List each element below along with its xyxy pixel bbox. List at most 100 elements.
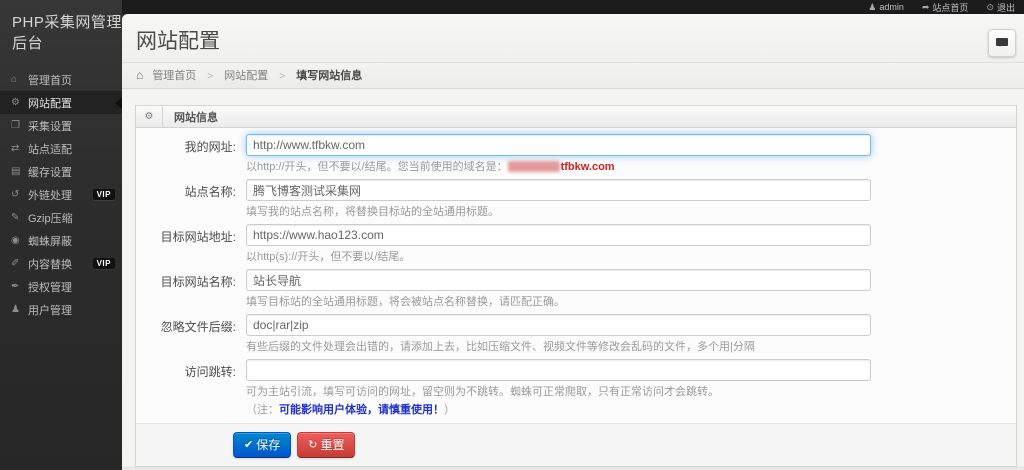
form-row-target-name: 目标网站名称: 填写目标站的全站通用标题，将会被站点名称替换，请匹配正确。 [136,269,1016,309]
sidebar: PHP采集网管理后台 ⌂ 管理首页 ⚙ 网站配置 ❐ 采集设置 ⇄ 站点适配 ▤ 缓存设置 ↺ 外链处… [0,0,122,470]
content-area: 网站配置 ⌂ 管理首页 > 网站配置 > 填写网站信息 ⚙ 网站信息 我的网址:… [122,14,1024,470]
site-info-panel: ⚙ 网站信息 我的网址: 以http://开头，但不要以/结尾。您当前使用的域名… [135,105,1017,467]
sidebar-item-label: 管理首页 [28,74,72,87]
home-icon: ⌂ [11,74,18,85]
gear-icon: ⚙ [136,106,163,127]
page-body: ⚙ 网站信息 我的网址: 以http://开头，但不要以/结尾。您当前使用的域名… [122,89,1024,467]
form-row-redirect: 访问跳转: 可为主站引流，填写可访问的网址，留空则为不跳转。蜘蛛可正常爬取，只有… [136,359,1016,417]
sidebar-item-replace[interactable]: ✐ 内容替换 VIP [0,252,122,275]
my-url-help-text: 以http://开头，但不要以/结尾。您当前使用的域名是： [246,161,508,173]
sidebar-item-label: 网站配置 [28,97,72,110]
comment-button[interactable] [988,29,1016,57]
sidebar-item-label: 蜘蛛屏蔽 [28,235,72,248]
form-row-site-name: 站点名称: 填写我的站点名称，将替换目标站的全站通用标题。 [136,179,1016,219]
panel-body: 我的网址: 以http://开头，但不要以/结尾。您当前使用的域名是： tfbkw… [136,128,1016,466]
topbar-logout[interactable]: ⊙ 退出 [977,0,1024,14]
topbar-user[interactable]: ♟ admin [859,0,913,14]
site-name-input[interactable] [246,179,871,201]
breadcrumb-item-home[interactable]: 管理首页 [152,70,196,82]
vip-badge: VIP [92,257,115,269]
user-icon: ♟ [868,1,877,12]
sidebar-item-label: Gzip压缩 [28,212,73,225]
replace-icon: ✐ [11,258,20,269]
form-row-ignore-ext: 忽略文件后缀: 有些后缀的文件处理会出错的，请添加上去，比如压缩文件、视频文件等… [136,314,1016,354]
target-name-help: 填写目标站的全站通用标题，将会被站点名称替换，请匹配正确。 [246,296,565,308]
current-domain: tfbkw.com [560,161,615,173]
spider-icon: ◉ [11,235,20,246]
breadcrumb-separator: > [279,71,286,82]
target-url-input[interactable] [246,224,871,246]
pencil-icon: ✎ [11,212,20,223]
breadcrumb-item-current: 填写网站信息 [296,70,363,82]
sidebar-item-home[interactable]: ⌂ 管理首页 [0,68,122,91]
sidebar-item-collect[interactable]: ❐ 采集设置 [0,114,122,137]
extlink-icon: ↺ [11,189,20,200]
sidebar-item-label: 用户管理 [28,304,72,317]
redirect-help: 可为主站引流，填写可访问的网址，留空则为不跳转。蜘蛛可正常爬取，只有正常访问才会… [246,386,719,398]
page-title: 网站配置 [136,30,220,53]
collect-icon: ❐ [11,120,20,131]
redirect-note-prefix: （注： [246,404,279,416]
my-url-input[interactable] [246,134,871,156]
redirect-note-warning: 可能影响用户体验，请慎重使用！ [279,404,444,416]
sidebar-item-cache[interactable]: ▤ 缓存设置 [0,160,122,183]
breadcrumb-item-site-config[interactable]: 网站配置 [224,70,268,82]
panel-title: 网站信息 [174,111,218,124]
target-name-label: 目标网站名称: [160,275,236,289]
reset-button-label: 重置 [320,438,345,452]
site-name-help: 填写我的站点名称，将替换目标站的全站通用标题。 [246,206,499,218]
sidebar-item-label: 内容替换 [28,258,72,271]
power-icon: ⊙ [986,1,994,12]
page-header: 网站配置 [122,14,1024,62]
sidebar-item-extlink[interactable]: ↺ 外链处理 VIP [0,183,122,206]
censored-domain-block [507,161,560,172]
share-arrow-icon: ➦ [921,1,930,12]
site-name-label: 站点名称: [184,185,236,199]
my-url-label: 我的网址: [184,140,236,154]
target-url-label: 目标网站地址: [160,230,236,244]
ignore-ext-label: 忽略文件后缀: [160,320,236,334]
home-icon: ⌂ [136,68,144,82]
save-button-label: 保存 [256,438,281,452]
my-url-help: 以http://开头，但不要以/结尾。您当前使用的域名是： tfbkw.com [246,161,1016,174]
redirect-note-suffix: ） [444,404,455,416]
form-row-my-url: 我的网址: 以http://开头，但不要以/结尾。您当前使用的域名是： tfbkw… [136,134,1016,174]
form-row-target-url: 目标网站地址: 以http(s)://开头，但不要以/结尾。 [136,224,1016,264]
breadcrumb: ⌂ 管理首页 > 网站配置 > 填写网站信息 [122,62,1024,89]
user-icon: ♟ [11,304,20,315]
shuffle-icon: ⇄ [11,143,20,154]
sidebar-item-adapt[interactable]: ⇄ 站点适配 [0,137,122,160]
app-window: ♟ admin ➦ 站点首页 ⊙ 退出 PHP采集网管理后台 ⌂ 管理首页 ⚙ 网站配… [0,0,1024,470]
cache-icon: ▤ [11,166,21,177]
ignore-ext-help: 有些后缀的文件处理会出错的，请添加上去，比如压缩文件、视频文件等修改会乱码的文件… [246,341,755,353]
redirect-note: （注：可能影响用户体验，请慎重使用！） [246,404,1016,417]
sidebar-item-label: 站点适配 [28,143,72,156]
sidebar-item-user[interactable]: ♟ 用户管理 [0,298,122,321]
topbar-user-label: admin [879,2,904,12]
gear-icon: ⚙ [11,97,20,108]
sidebar-item-site-config[interactable]: ⚙ 网站配置 [0,91,122,114]
redirect-input[interactable] [246,359,871,381]
breadcrumb-separator: > [207,71,214,82]
ignore-ext-input[interactable] [246,314,871,336]
refresh-icon: ↻ [308,439,318,451]
sidebar-item-label: 缓存设置 [28,166,72,179]
sidebar-item-auth[interactable]: ✒ 授权管理 [0,275,122,298]
sidebar-item-gzip[interactable]: ✎ Gzip压缩 [0,206,122,229]
sidebar-item-label: 授权管理 [28,281,72,294]
form-actions: ✔ 保存 ↻ 重置 [136,423,1016,466]
topbar-site-home[interactable]: ➦ 站点首页 [913,0,978,14]
sidebar-item-label: 外链处理 [28,189,72,202]
sidebar-item-spider[interactable]: ◉ 蜘蛛屏蔽 [0,229,122,252]
reset-button[interactable]: ↻ 重置 [297,432,356,458]
comment-icon [996,38,1008,47]
topbar-site-home-label: 站点首页 [932,2,969,13]
vip-badge: VIP [92,188,115,200]
topbar-logout-label: 退出 [996,2,1015,13]
target-name-input[interactable] [246,269,871,291]
auth-icon: ✒ [11,281,20,292]
target-url-help: 以http(s)://开头，但不要以/结尾。 [246,251,411,263]
save-button[interactable]: ✔ 保存 [233,432,292,458]
panel-header: ⚙ 网站信息 [136,106,1016,128]
sidebar-menu: ⌂ 管理首页 ⚙ 网站配置 ❐ 采集设置 ⇄ 站点适配 ▤ 缓存设置 ↺ 外链处理 VIP ✎ Gzip压缩… [0,68,122,321]
